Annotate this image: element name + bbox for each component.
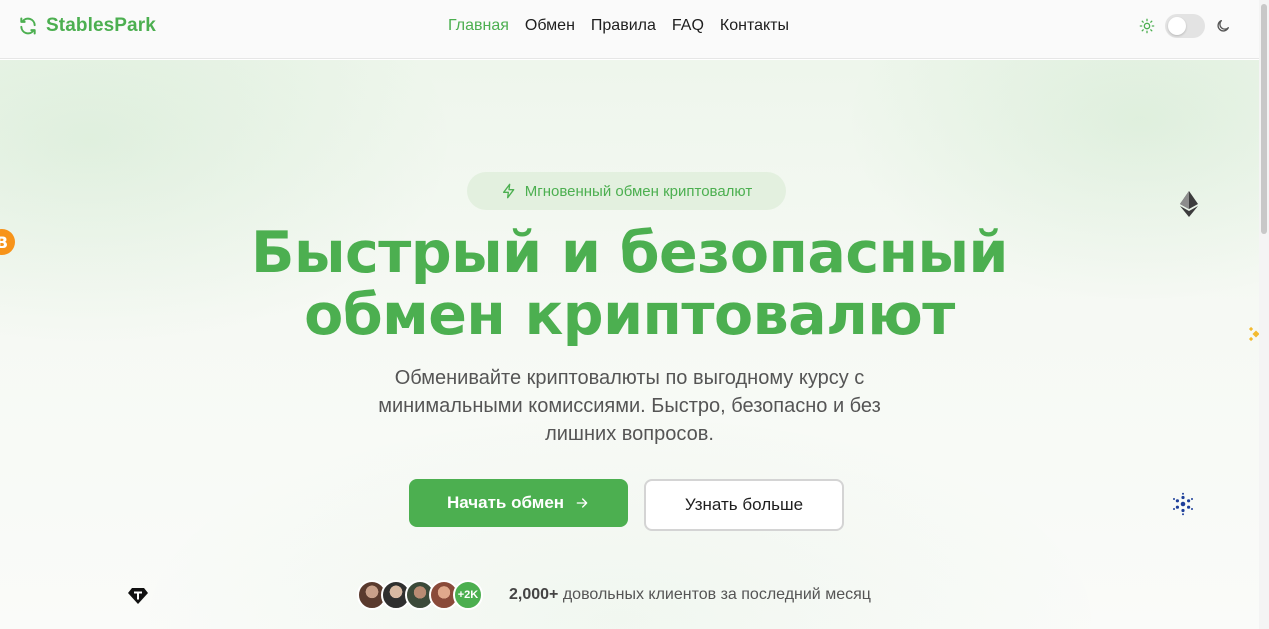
- refresh-icon: [20, 17, 36, 35]
- nav-link-contacts[interactable]: Контакты: [720, 17, 789, 35]
- hero-title-line1: Быстрый и безопасный: [251, 220, 1008, 286]
- main-nav: Главная Обмен Правила FAQ Контакты: [448, 17, 789, 35]
- start-exchange-button[interactable]: Начать обмен: [409, 479, 628, 527]
- ethereum-icon: [1180, 191, 1198, 217]
- arrow-right-icon: [576, 498, 588, 508]
- nav-link-exchange[interactable]: Обмен: [525, 17, 575, 35]
- nav-link-faq[interactable]: FAQ: [672, 17, 704, 35]
- page: StablesPark Главная Обмен Правила FAQ Ко…: [0, 0, 1269, 629]
- theme-toggle[interactable]: [1165, 14, 1205, 38]
- hero-title-line2: обмен криптовалют: [304, 282, 955, 348]
- learn-more-button[interactable]: Узнать больше: [644, 479, 844, 531]
- clients-info: +2K 2,000+ довольных клиентов за последн…: [357, 580, 871, 610]
- clients-text: 2,000+ довольных клиентов за последний м…: [509, 586, 871, 604]
- toggle-knob: [1168, 17, 1186, 35]
- hero-badge: Мгновенный обмен криптовалют: [467, 172, 786, 210]
- sun-icon: [1139, 18, 1155, 34]
- page-scrollbar[interactable]: [1259, 0, 1269, 629]
- clients-caption: довольных клиентов за последний месяц: [558, 586, 871, 603]
- svg-text:B: B: [0, 233, 8, 252]
- scrollbar-thumb[interactable]: [1261, 4, 1267, 234]
- badge-text: Мгновенный обмен криптовалют: [524, 182, 753, 200]
- site-header: StablesPark Главная Обмен Правила FAQ Ко…: [0, 0, 1259, 59]
- lightning-icon: [502, 183, 515, 199]
- cardano-icon: [1173, 492, 1193, 516]
- more-clients-badge: +2K: [453, 580, 483, 610]
- hero-subtitle: Обменивайте криптовалюты по выгодному ку…: [378, 367, 881, 445]
- hero-section: Мгновенный обмен криптовалют Быстрый и б…: [0, 60, 1264, 629]
- hero-title: Быстрый и безопасный обмен криптовалют: [0, 222, 1259, 346]
- theme-switcher: [1139, 14, 1231, 38]
- clients-count: 2,000+: [509, 586, 559, 603]
- client-avatars: +2K: [357, 580, 483, 610]
- brand-name: StablesPark: [46, 15, 156, 36]
- moon-icon: [1217, 20, 1229, 32]
- nav-link-home[interactable]: Главная: [448, 17, 509, 35]
- nav-link-rules[interactable]: Правила: [591, 17, 656, 35]
- bitcoin-icon: B: [0, 229, 15, 255]
- start-exchange-label: Начать обмен: [446, 493, 565, 512]
- tether-icon: [128, 588, 148, 604]
- brand-logo[interactable]: StablesPark: [18, 15, 156, 37]
